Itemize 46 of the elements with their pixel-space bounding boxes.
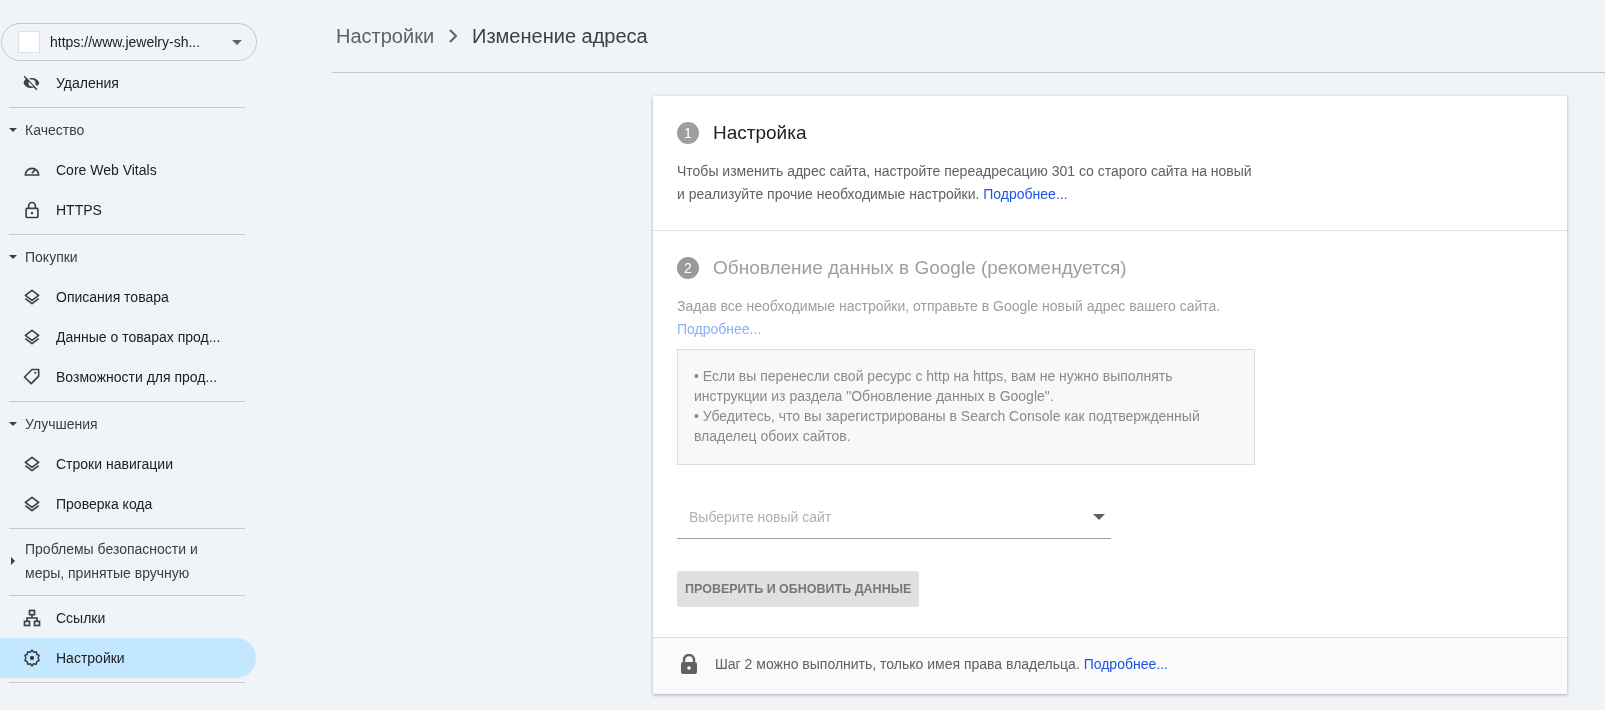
layers-icon — [22, 454, 42, 474]
layers-icon — [22, 287, 42, 307]
settings-icon — [22, 648, 42, 668]
step-number: 2 — [677, 257, 699, 279]
nav-item[interactable]: Возможности для прод... — [0, 357, 256, 397]
caret-icon — [9, 253, 17, 261]
nav-item[interactable]: Строки навигации — [0, 444, 256, 484]
learn-more-link[interactable]: Подробнее... — [983, 186, 1068, 202]
learn-more-link[interactable]: Подробнее... — [1083, 656, 1168, 672]
layers-icon — [22, 327, 42, 347]
nav-item[interactable]: Описания товара — [0, 277, 256, 317]
nav-item[interactable]: Проверка кода — [0, 484, 256, 524]
caret-icon — [232, 39, 242, 45]
tag-icon — [22, 367, 42, 387]
caret-icon — [9, 126, 17, 134]
nav-item[interactable]: Данные о товарах прод... — [0, 317, 256, 357]
nav-item[interactable]: HTTPS — [0, 190, 256, 230]
network-icon — [22, 608, 42, 628]
info-note: • Если вы перенесли свой ресурс с http на https, вам не нужно выполнять инструкции из раздела "Обновление данных в Google". — [694, 367, 1174, 406]
nav-item[interactable]: Настройки — [0, 638, 256, 678]
nav-section-header[interactable]: Проблемы безопасности и меры, принятые вручную — [5, 531, 245, 591]
caret-icon — [9, 557, 17, 565]
breadcrumb-item[interactable]: Настройки — [336, 24, 435, 48]
lock-icon — [22, 200, 42, 220]
breadcrumb-item: Изменение адреса — [472, 24, 648, 48]
eye-off-icon — [22, 73, 42, 93]
nav-section-header[interactable]: Покупки — [5, 237, 245, 277]
property-selector[interactable]: https://www.jewelry-sh... — [1, 23, 257, 61]
layers-icon — [22, 494, 42, 514]
nav-item[interactable]: Ссылки — [0, 598, 256, 638]
nav-item[interactable]: Core Web Vitals — [0, 150, 256, 190]
step-title: Настройка — [713, 122, 807, 144]
step-description: Задав все необходимые настройки, отправьте в Google новый адрес вашего сайта. Подробнее... — [677, 297, 1222, 339]
nav-item[interactable]: Удаления — [0, 63, 256, 103]
step-number: 1 — [677, 122, 699, 144]
dropdown-caret-icon — [1093, 513, 1105, 520]
step-title: Обновление данных в Google (рекомендуется) — [713, 257, 1127, 279]
owner-rights-note: Шаг 2 можно выполнить, только имея права владельца. Подробнее... — [715, 656, 1168, 672]
caret-icon — [9, 420, 17, 428]
nav-section-header[interactable]: Качество — [5, 110, 245, 150]
chevron-right-icon — [448, 29, 459, 43]
site-favicon — [18, 31, 40, 53]
info-note: • Убедитесь, что вы зарегистрированы в Search Console как подтвержденный владелец обоих сайтов. — [694, 407, 1201, 446]
nav-section-header[interactable]: Улучшения — [5, 404, 245, 444]
lock-icon — [681, 654, 697, 674]
step-description: Чтобы изменить адрес сайта, настройте переадресацию 301 со старого сайта на новый и реализуйте прочие необходимые настройки. Подробнее... — [677, 162, 1253, 204]
